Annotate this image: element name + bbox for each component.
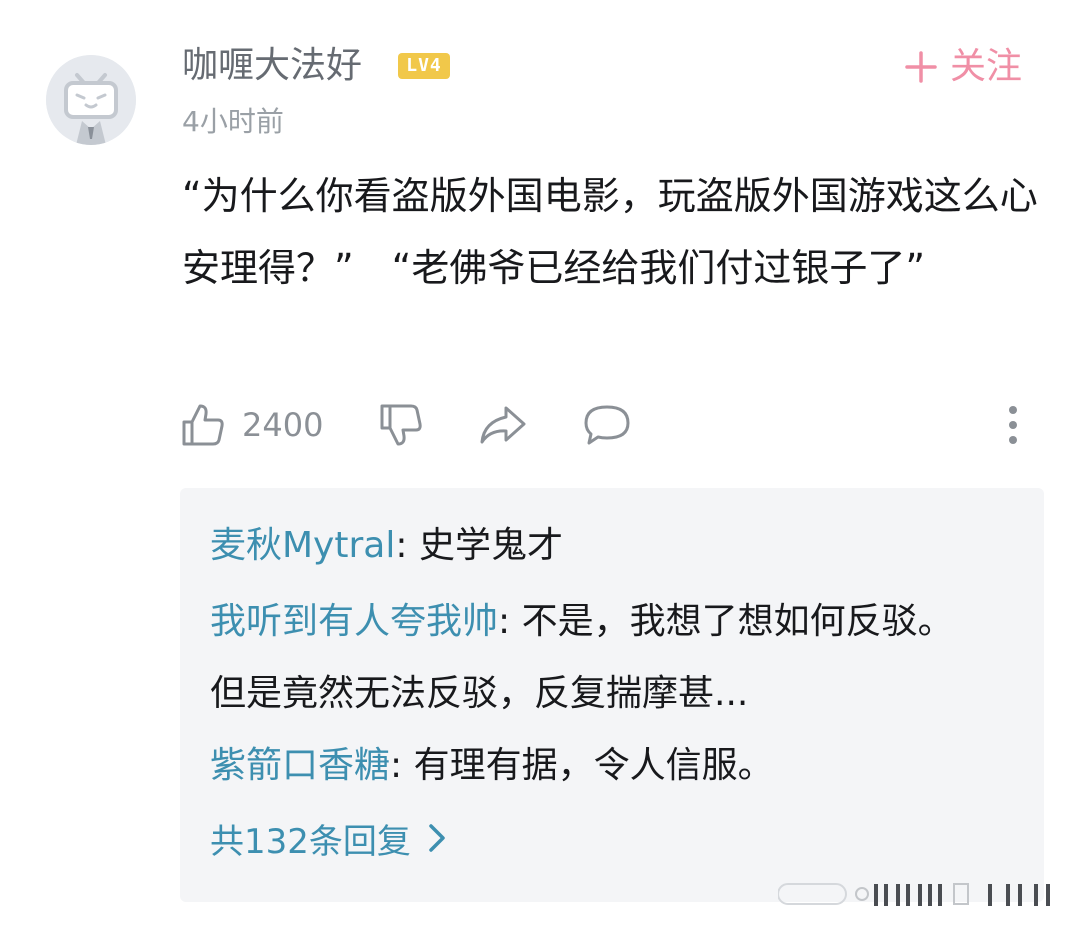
thumbs-up-icon — [182, 404, 224, 446]
like-button[interactable]: 2400 — [180, 398, 323, 452]
avatar[interactable] — [46, 55, 136, 145]
plus-icon — [905, 51, 937, 83]
reply-item[interactable]: 紫箭口香糖: 有理有据，令人信服。 — [210, 730, 970, 802]
thumbs-down-icon — [380, 404, 422, 446]
username[interactable]: 咖喱大法好 — [182, 42, 362, 90]
reply-username[interactable]: 紫箭口香糖 — [210, 745, 390, 786]
dislike-button[interactable] — [378, 398, 424, 452]
more-options-button[interactable] — [998, 398, 1028, 452]
replies-panel: 麦秋Mytral: 史学鬼才 我听到有人夸我帅: 不是，我想了想如何反驳。但是竟… — [180, 488, 1044, 902]
reply-username[interactable]: 麦秋Mytral — [210, 525, 395, 566]
reply-separator: : — [390, 745, 414, 786]
reply-separator: : — [395, 525, 419, 566]
follow-button[interactable]: 关注 — [904, 40, 1022, 94]
reply-item[interactable]: 我听到有人夸我帅: 不是，我想了想如何反驳。但是竟然无法反驳，反复揣摩甚... — [210, 586, 970, 730]
reply-text: 史学鬼才 — [418, 525, 563, 566]
reply-text: 有理有据，令人信服。 — [413, 745, 774, 786]
more-vertical-icon — [1009, 406, 1017, 444]
follow-label: 关注 — [950, 46, 1023, 87]
reply-username[interactable]: 我听到有人夸我帅 — [210, 601, 498, 642]
level-badge: LV4 — [398, 53, 450, 79]
watermark-graphic — [778, 883, 1050, 906]
reply-button[interactable] — [582, 398, 632, 452]
bilibili-tv-avatar-icon — [46, 55, 136, 145]
comment-text: “为什么你看盗版外国电影，玩盗版外国游戏这么心安理得？” “老佛爷已经给我们付过… — [182, 174, 1038, 290]
share-arrow-icon — [480, 406, 526, 444]
like-count: 2400 — [242, 406, 324, 444]
view-all-replies-link[interactable]: 共132条回复 — [210, 806, 447, 870]
reply-item[interactable]: 麦秋Mytral: 史学鬼才 — [210, 510, 970, 582]
speech-bubble-icon — [584, 405, 630, 445]
share-button[interactable] — [478, 398, 528, 452]
view-all-replies-label: 共132条回复 — [210, 821, 411, 862]
comment-time: 4小时前 — [182, 105, 284, 138]
chevron-right-icon — [429, 824, 445, 852]
reply-separator: : — [498, 601, 522, 642]
comment-action-bar: 2400 — [180, 398, 1040, 452]
